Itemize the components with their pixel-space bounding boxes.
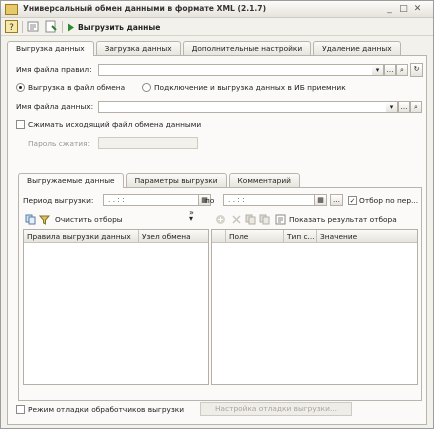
open-settings-icon[interactable] bbox=[27, 20, 40, 33]
col-mark bbox=[212, 230, 226, 243]
export-rules-header: Правила выгрузки данных Узел обмена bbox=[24, 230, 208, 243]
show-result-icon[interactable] bbox=[275, 214, 286, 225]
compress-label: Сжимать исходящий файл обмена данными bbox=[28, 120, 202, 129]
rules-file-dropdown-icon[interactable]: ▾ bbox=[372, 64, 384, 76]
save-settings-icon[interactable] bbox=[45, 20, 58, 33]
export-to-file-radio[interactable] bbox=[16, 83, 25, 92]
exported-data-panel: Период выгрузки: . . : : ▦ по . . : : ▦ … bbox=[18, 187, 422, 401]
col-exchange-node[interactable]: Узел обмена bbox=[139, 230, 208, 243]
tab-delete-data[interactable]: Удаление данных bbox=[313, 41, 401, 55]
filter-rows-icon[interactable] bbox=[259, 214, 270, 225]
password-label: Пароль сжатия: bbox=[28, 139, 91, 148]
col-field[interactable]: Поле bbox=[226, 230, 284, 243]
data-file-choose-icon[interactable]: … bbox=[398, 101, 410, 113]
col-export-rules[interactable]: Правила выгрузки данных bbox=[24, 230, 139, 243]
svg-text:?: ? bbox=[9, 23, 14, 33]
data-file-input[interactable] bbox=[98, 101, 398, 113]
add-icon[interactable] bbox=[215, 214, 226, 225]
period-to-calendar-icon[interactable]: ▦ bbox=[315, 194, 327, 206]
tab-exported-data[interactable]: Выгружаемые данные bbox=[18, 173, 124, 188]
debug-mode-label: Режим отладки обработчиков выгрузки bbox=[28, 405, 185, 414]
col-compare-type[interactable]: Тип с... bbox=[284, 230, 317, 243]
delete-icon[interactable] bbox=[231, 214, 242, 225]
export-to-ib-label: Подключение и выгрузка данных в ИБ прием… bbox=[154, 83, 346, 92]
debug-mode-checkbox[interactable] bbox=[16, 405, 25, 414]
main-tabs: Выгрузка данных Загрузка данных Дополнит… bbox=[7, 41, 403, 56]
period-choose-button[interactable]: … bbox=[330, 194, 343, 206]
export-to-ib-radio[interactable] bbox=[142, 83, 151, 92]
filter-grid-header: Поле Тип с... Значение bbox=[212, 230, 417, 243]
export-panel: Имя файла правил: ▾ … ⌕ ↻ Выгрузка в фай… bbox=[7, 55, 427, 425]
tab-export[interactable]: Выгрузка данных bbox=[7, 41, 94, 56]
clear-filters-icon[interactable] bbox=[39, 214, 50, 225]
tab-comment[interactable]: Комментарий bbox=[228, 173, 300, 187]
title-bar: Универсальный обмен данными в формате XM… bbox=[1, 1, 433, 18]
period-from-input[interactable]: . . : : bbox=[103, 194, 199, 206]
export-data-label: Выгрузить данные bbox=[78, 22, 161, 32]
minimize-icon[interactable]: _ bbox=[384, 4, 395, 15]
rules-file-input[interactable] bbox=[98, 64, 384, 76]
filter-grid[interactable]: Поле Тип с... Значение bbox=[211, 229, 418, 385]
tab-additional-settings[interactable]: Дополнительные настройки bbox=[182, 41, 312, 55]
period-to-input[interactable]: . . : : bbox=[223, 194, 315, 206]
main-window: Универсальный обмен данными в формате XM… bbox=[0, 0, 434, 429]
refresh-rules-icon[interactable]: ↻ bbox=[410, 63, 423, 77]
filter-by-period-checkbox[interactable]: ✓ bbox=[348, 196, 357, 205]
period-label: Период выгрузки: bbox=[23, 196, 94, 205]
maximize-icon[interactable]: □ bbox=[398, 4, 409, 15]
export-rules-grid[interactable]: Правила выгрузки данных Узел обмена bbox=[23, 229, 209, 385]
rules-file-choose-icon[interactable]: … bbox=[384, 64, 396, 76]
tab-export-params[interactable]: Параметры выгрузки bbox=[125, 173, 227, 187]
password-input[interactable] bbox=[98, 137, 198, 149]
copy-icon[interactable] bbox=[25, 214, 36, 225]
export-data-button[interactable]: Выгрузить данные bbox=[67, 20, 160, 34]
rules-file-open-icon[interactable]: ⌕ bbox=[396, 64, 408, 76]
export-to-file-label: Выгрузка в файл обмена bbox=[28, 83, 126, 92]
toolbar: ? Выгрузить данные bbox=[1, 18, 433, 36]
rules-file-label: Имя файла правил: bbox=[16, 65, 92, 74]
close-icon[interactable]: ✕ bbox=[412, 4, 423, 15]
expand-chevron-icon[interactable]: » ▾ bbox=[189, 209, 194, 223]
help-icon[interactable]: ? bbox=[5, 20, 18, 33]
play-icon bbox=[68, 23, 74, 31]
data-file-dropdown-icon[interactable]: ▾ bbox=[386, 101, 398, 113]
debug-settings-button[interactable]: Настройка отладки выгрузки... bbox=[200, 402, 352, 416]
app-icon bbox=[5, 4, 18, 15]
filter-by-period-label: Отбор по пер... bbox=[359, 196, 419, 205]
show-filter-result-button[interactable]: Показать результат отбора bbox=[289, 215, 397, 224]
window-title: Универсальный обмен данными в формате XM… bbox=[23, 4, 267, 13]
data-file-label: Имя файла данных: bbox=[16, 102, 94, 111]
clear-filters-button[interactable]: Очистить отборы bbox=[55, 215, 123, 224]
period-to-label: по bbox=[205, 196, 215, 205]
compress-checkbox[interactable] bbox=[16, 120, 25, 129]
copy-row-icon[interactable] bbox=[245, 214, 256, 225]
col-value[interactable]: Значение bbox=[317, 230, 417, 243]
tab-import[interactable]: Загрузка данных bbox=[95, 41, 181, 55]
inner-tabs: Выгружаемые данные Параметры выгрузки Ко… bbox=[18, 173, 302, 188]
data-file-open-icon[interactable]: ⌕ bbox=[410, 101, 422, 113]
